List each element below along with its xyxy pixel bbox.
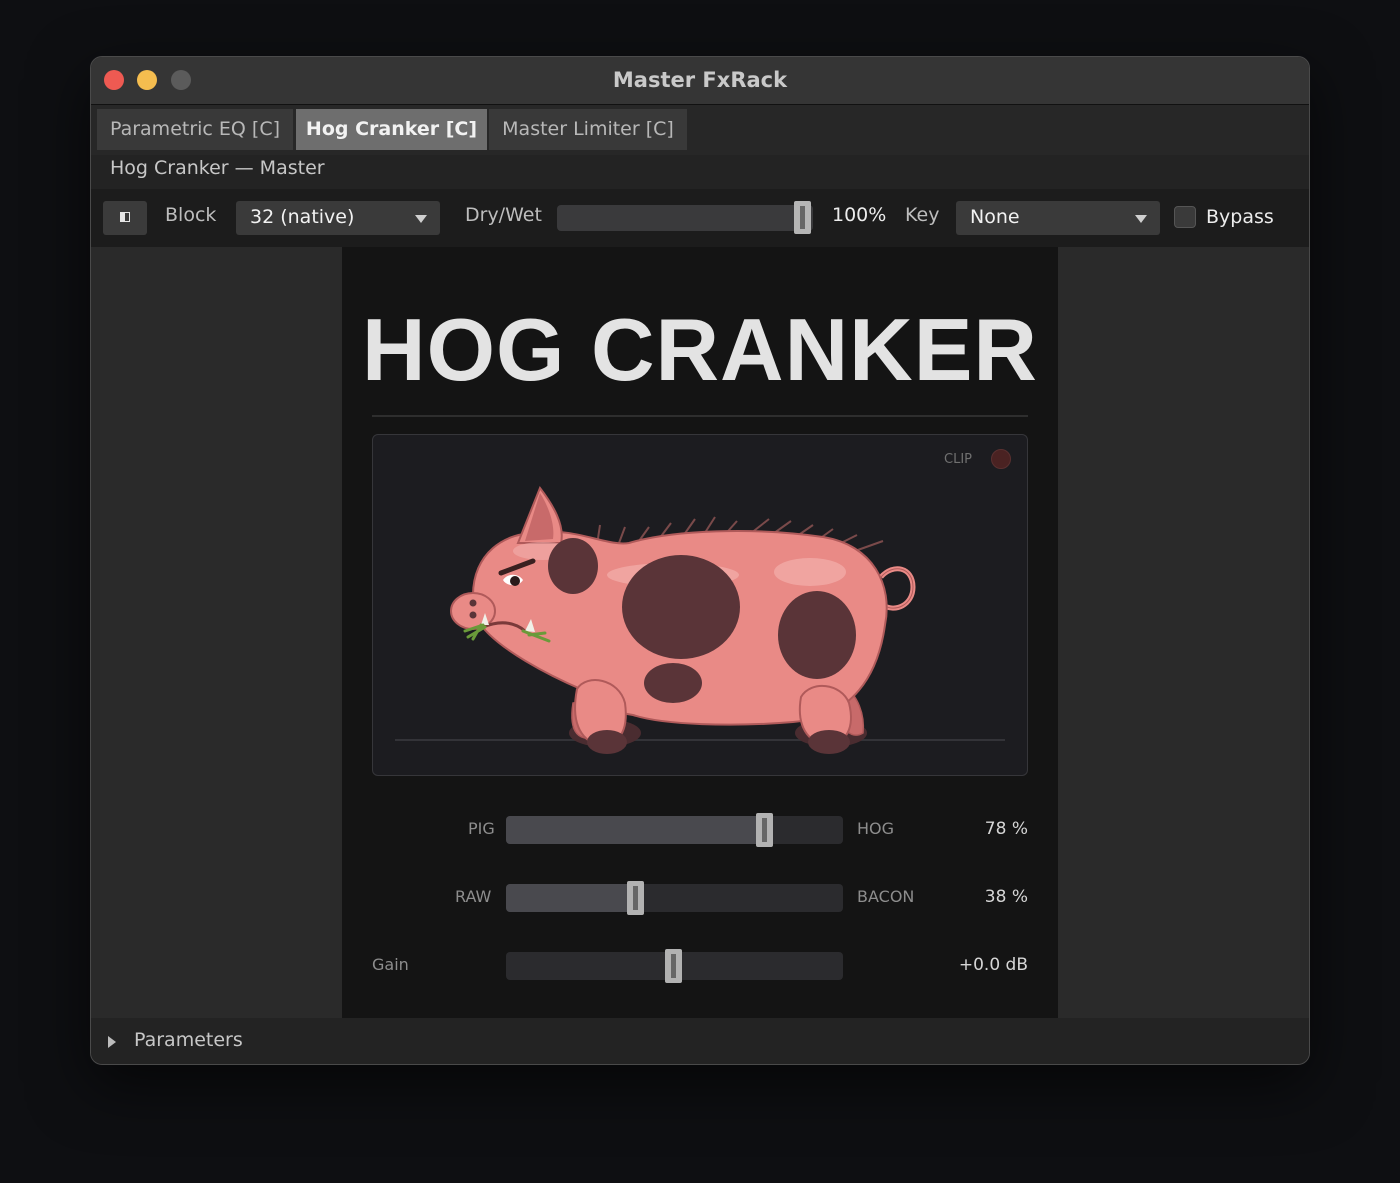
pig-spot [548,538,598,594]
bacon-label: BACON [857,887,915,906]
title-divider [372,415,1028,417]
drywet-slider-track[interactable] [557,205,813,231]
sidebar-toggle-button[interactable] [103,201,147,235]
bypass-label[interactable]: Bypass [1206,206,1274,228]
plugin-subtitle: Hog Cranker — Master [110,157,325,179]
chevron-down-icon [415,215,427,223]
key-label: Key [905,204,940,226]
hog-label: HOG [857,819,895,838]
key-value: None [970,206,1020,228]
raw-label: RAW [455,887,492,906]
disclosure-triangle-icon[interactable] [108,1036,116,1048]
pig-spot [622,555,740,659]
raw-bacon-slider-track[interactable] [506,884,843,912]
plugin-subtitle-bar: Hog Cranker — Master [91,155,1309,189]
title-bar: Master FxRack [91,57,1309,105]
drywet-value: 100% [832,204,887,226]
pig-illustration [395,485,1005,754]
parameters-bar[interactable]: Parameters [91,1018,1309,1064]
drywet-label: Dry/Wet [465,204,542,226]
tab-master-limiter[interactable]: Master Limiter [C] [489,109,687,150]
plugin-window: Master FxRack Parametric EQ [C] Hog Cran… [90,56,1310,1065]
pig-hog-slider-fill [506,816,769,844]
plugin-content-area: HOG CRANKER CLIP PIG HOG 78 % RAW BACON … [91,247,1309,1018]
pig-label: PIG [468,819,495,838]
raw-bacon-slider-handle[interactable] [627,881,644,915]
tab-bar: Parametric EQ [C] Hog Cranker [C] Master… [91,105,1309,155]
block-size-dropdown[interactable]: 32 (native) [236,201,440,235]
toolbar: Block 32 (native) Dry/Wet 100% Key None … [91,189,1309,247]
pig-display: CLIP [372,434,1028,776]
chevron-down-icon [1135,215,1147,223]
pig-hog-value: 78 % [984,819,1028,839]
tab-parametric-eq[interactable]: Parametric EQ [C] [97,109,293,150]
window-title: Master FxRack [612,68,788,92]
parameters-label[interactable]: Parameters [134,1029,243,1051]
clip-led-icon [991,449,1011,469]
pig-hog-slider-track[interactable] [506,816,843,844]
drywet-slider-handle[interactable] [794,201,811,234]
gain-slider-handle[interactable] [665,949,682,983]
raw-bacon-value: 38 % [984,887,1028,907]
block-label: Block [165,204,217,226]
gain-label: Gain [372,955,409,974]
pig-spot [644,663,702,703]
clip-label: CLIP [944,452,972,467]
gain-value: +0.0 dB [958,955,1028,975]
tab-hog-cranker[interactable]: Hog Cranker [C] [296,109,487,150]
block-size-value: 32 (native) [250,206,355,228]
sidebar-toggle-icon [120,212,130,222]
plugin-panel: HOG CRANKER CLIP PIG HOG 78 % RAW BACON … [342,247,1058,1018]
bypass-checkbox[interactable] [1174,206,1196,228]
pig-hog-slider-handle[interactable] [756,813,773,847]
key-dropdown[interactable]: None [956,201,1160,235]
raw-bacon-slider-fill [506,884,635,912]
pig-spot [778,591,856,679]
plugin-title: HOG CRANKER [362,300,1038,399]
